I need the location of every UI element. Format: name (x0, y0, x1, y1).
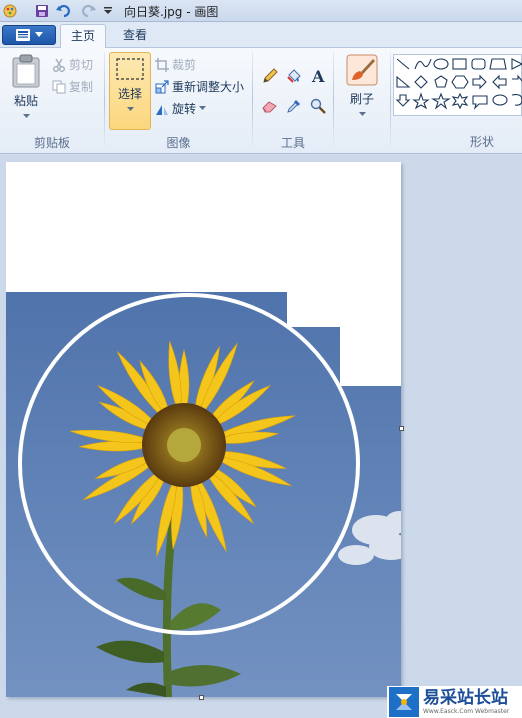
shapes-gallery[interactable] (393, 54, 522, 116)
rotate-label: 旋转 (172, 102, 197, 116)
paint-menu-button[interactable] (2, 25, 56, 45)
pencil-icon[interactable] (260, 66, 280, 86)
resize-label: 重新调整大小 (172, 80, 245, 94)
resize-icon (155, 79, 169, 93)
magnifier-icon[interactable] (308, 96, 328, 116)
text-tool-icon[interactable]: A (308, 66, 328, 86)
title-bar: 向日葵.jpg - 画图 (0, 0, 522, 22)
select-button[interactable]: 选择 (109, 52, 151, 130)
customize-dropdown-icon[interactable] (100, 3, 116, 19)
ribbon-tab-row: 主页 查看 (0, 22, 522, 49)
brush-group: 刷子 (334, 48, 390, 154)
color-picker-icon[interactable] (284, 96, 304, 116)
cut-label: 剪切 (69, 58, 94, 72)
copy-button[interactable]: 复制 (52, 78, 93, 95)
redo-icon[interactable] (80, 3, 96, 19)
scissors-icon (53, 58, 65, 72)
chevron-down-icon (358, 112, 366, 116)
chevron-down-icon (199, 106, 207, 110)
shapes-icons (395, 58, 522, 110)
svg-text:A: A (311, 68, 325, 84)
watermark-subtitle: Www.Easck.Com Webmaster (423, 707, 510, 715)
window-title: 向日葵.jpg - 画图 (124, 5, 219, 19)
chevron-down-icon (126, 107, 134, 111)
ribbon: 粘贴 剪切 复制 剪贴板 选择 裁剪 重新调整大小 旋转 图像 A 工具 刷子 … (0, 48, 522, 154)
copy-label: 复制 (69, 80, 94, 94)
save-icon[interactable] (34, 3, 50, 19)
chevron-down-icon (34, 32, 43, 37)
brushes-label: 刷子 (349, 92, 374, 106)
image-group-label: 图像 (166, 136, 191, 150)
image-group: 选择 裁剪 重新调整大小 旋转 图像 (105, 48, 252, 154)
cut-button[interactable]: 剪切 (52, 56, 93, 73)
select-label: 选择 (117, 87, 142, 101)
copy-icon (52, 80, 66, 93)
menu-icon (15, 29, 30, 41)
drawing-canvas[interactable] (6, 162, 413, 698)
paint-app-icon[interactable] (2, 3, 18, 19)
crop-button[interactable]: 裁剪 (155, 56, 196, 73)
clipboard-group: 粘贴 剪切 复制 剪贴板 (0, 48, 104, 154)
undo-icon[interactable] (56, 3, 72, 19)
chevron-down-icon (22, 114, 30, 118)
rotate-button[interactable]: 旋转 (155, 100, 207, 117)
tools-group-label: 工具 (280, 136, 305, 150)
watermark-logo-icon (389, 687, 419, 717)
canvas-area (0, 155, 522, 718)
resize-button[interactable]: 重新调整大小 (155, 78, 244, 95)
watermark-title: 易采站长站 (423, 687, 508, 708)
paste-label: 粘贴 (13, 94, 38, 108)
rotate-icon (156, 104, 168, 115)
paste-button[interactable]: 粘贴 (6, 54, 46, 119)
resize-handle-right[interactable] (399, 426, 404, 431)
paint-brush-icon (346, 54, 378, 86)
clipboard-icon (12, 54, 40, 88)
tab-view[interactable]: 查看 (113, 24, 157, 48)
crop-label: 裁剪 (172, 58, 197, 72)
fill-bucket-icon[interactable] (284, 66, 304, 86)
tab-home[interactable]: 主页 (60, 24, 107, 49)
clipboard-group-label: 剪贴板 (33, 136, 70, 150)
tools-group: A 工具 (253, 48, 333, 154)
selection-rectangle-icon (116, 58, 144, 80)
sunflower-image (6, 292, 413, 698)
eraser-icon[interactable] (260, 96, 280, 116)
watermark: 易采站长站 Www.Easck.Com Webmaster (387, 686, 522, 718)
crop-icon (155, 57, 169, 72)
brushes-button[interactable]: 刷子 (342, 54, 382, 117)
resize-handle-bottom[interactable] (199, 695, 204, 700)
group-divider (390, 52, 391, 148)
shapes-group-label: 形状 (470, 135, 495, 149)
